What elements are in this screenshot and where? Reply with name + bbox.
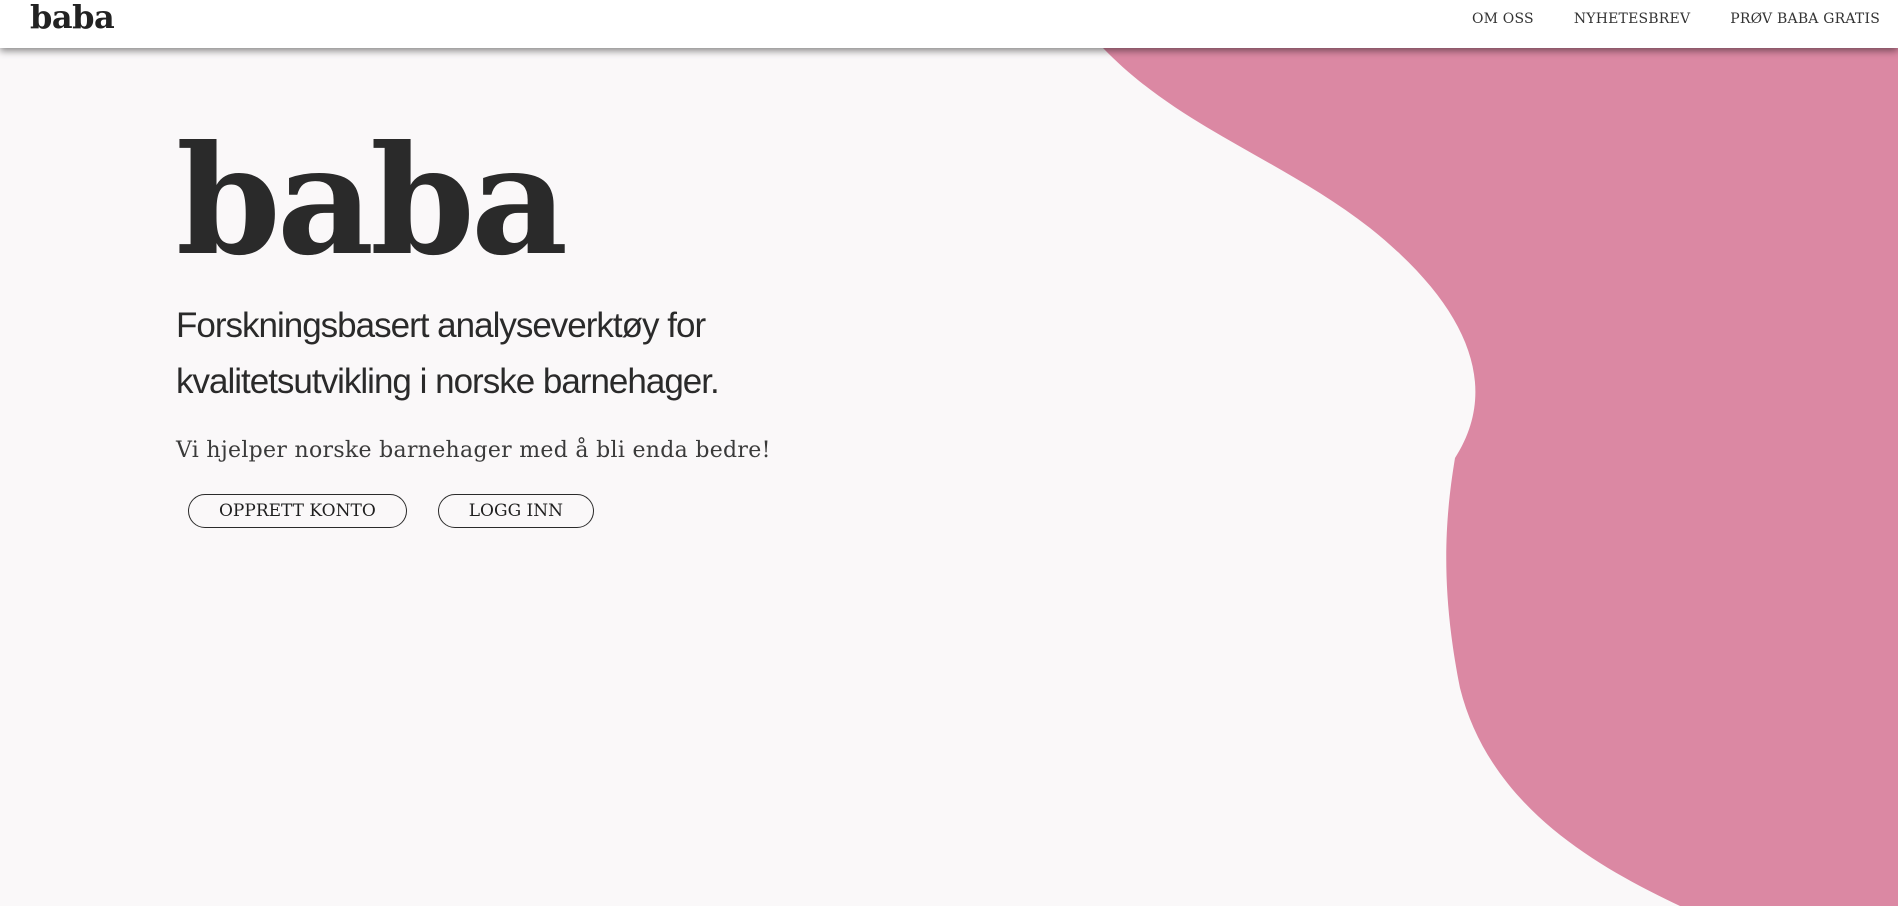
brand-logo-link[interactable]: baba (30, 0, 115, 36)
hero-subtitle: Vi hjelper norske barnehager med å bli e… (176, 438, 771, 463)
nav-link-nyhetesbrev[interactable]: NYHETESBREV (1574, 11, 1690, 27)
nav-link-prov-baba-gratis[interactable]: PRØV BABA GRATIS (1730, 11, 1880, 27)
main-nav: OM OSS NYHETESBREV PRØV BABA GRATIS (1472, 11, 1880, 27)
hero-section: baba Forskningsbasert analyseverktøy for… (0, 48, 1898, 906)
login-button[interactable]: LOGG INN (437, 494, 595, 528)
hero-logo: baba (176, 113, 568, 289)
hero-tagline: Forskningsbasert analyseverktøy for kval… (176, 306, 720, 401)
nav-link-om-oss[interactable]: OM OSS (1472, 11, 1534, 27)
hero-actions: OPPRETT KONTO LOGG INN (188, 494, 595, 528)
top-navigation-bar: baba OM OSS NYHETESBREV PRØV BABA GRATIS (0, 0, 1898, 48)
create-account-button[interactable]: OPPRETT KONTO (188, 494, 407, 528)
